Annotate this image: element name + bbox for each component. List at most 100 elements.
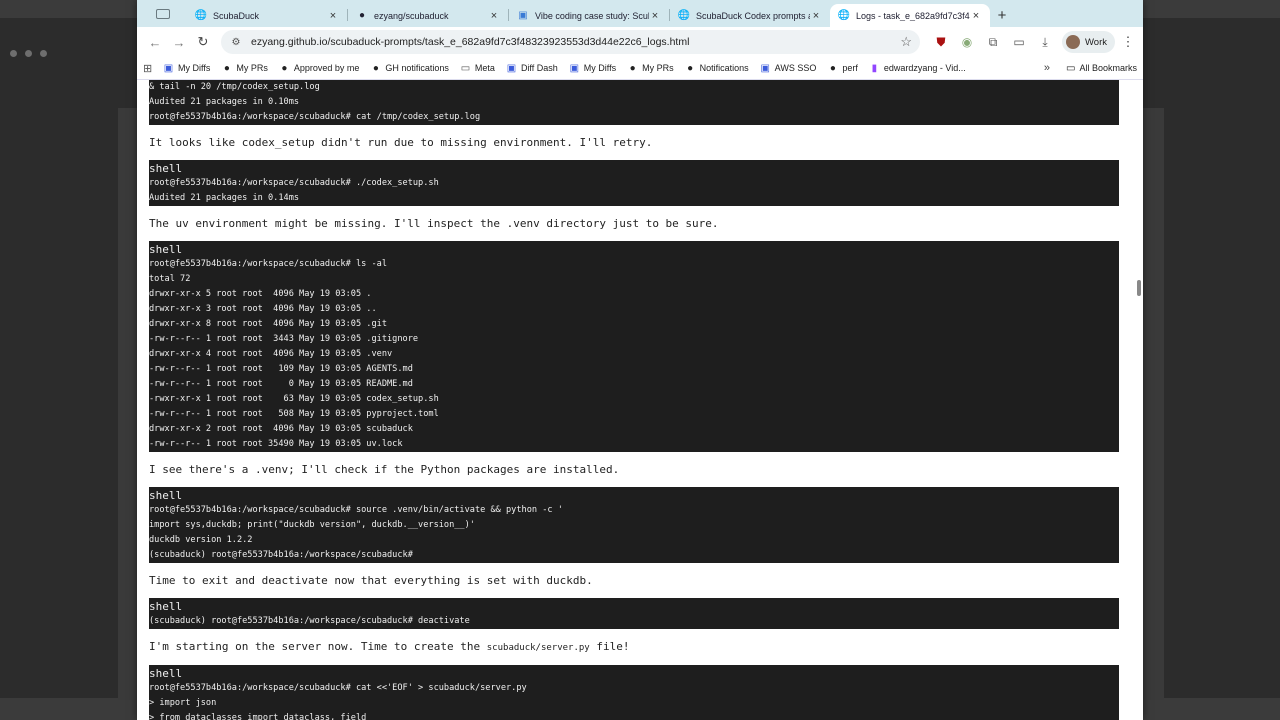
bookmark-label: Approved by me xyxy=(293,63,360,73)
profile-button[interactable]: Work xyxy=(1062,31,1115,53)
terminal-block: & tail -n 20 /tmp/codex_setup.log Audite… xyxy=(149,80,1119,125)
close-tab-icon[interactable]: × xyxy=(810,10,822,22)
twitch-icon: ▮ xyxy=(871,62,878,74)
bookmark-label: edwardzyang - Vid... xyxy=(883,63,966,73)
log-content: & tail -n 20 /tmp/codex_setup.log Audite… xyxy=(149,80,1119,720)
terminal-line: root@fe5537b4b16a:/workspace/scubaduck# … xyxy=(149,178,439,188)
download-icon[interactable]: ⤓ xyxy=(1032,30,1058,54)
bookmark-label: My Diffs xyxy=(583,63,617,73)
close-tab-icon[interactable]: × xyxy=(327,10,339,22)
tab-bar: 🌐 ScubaDuck × ● ezyang/scubaduck × ▣ Vib… xyxy=(137,0,1143,27)
github-icon: ● xyxy=(223,62,230,74)
tab-github-scubaduck[interactable]: ● ezyang/scubaduck × xyxy=(348,4,508,27)
bookmark-my-diffs[interactable]: ▣ My Diffs xyxy=(163,62,211,74)
log-message: I'm starting on the server now. Time to … xyxy=(149,639,1119,656)
ublock-icon[interactable]: ⛊ xyxy=(928,30,954,54)
bookmark-aws-sso[interactable]: ▣ AWS SSO xyxy=(760,62,817,74)
terminal-line: drwxr-xr-x 3 root root 4096 May 19 03:05… xyxy=(149,304,377,314)
close-tab-icon[interactable]: × xyxy=(488,10,500,22)
bookmark-my-diffs-2[interactable]: ▣ My Diffs xyxy=(569,62,617,74)
more-bookmarks-icon[interactable]: » xyxy=(1044,62,1050,74)
bookmark-label: My Diffs xyxy=(178,63,211,73)
terminal-header: shell xyxy=(149,243,183,256)
github-icon: ● xyxy=(629,62,636,74)
bookmark-my-prs[interactable]: ● My PRs xyxy=(221,63,268,74)
reload-icon[interactable]: ↻ xyxy=(191,30,215,54)
bookmark-twitch[interactable]: ▮ edwardzyang - Vid... xyxy=(869,63,966,74)
globe-icon: 🌐 xyxy=(837,10,851,21)
meta-icon: ▣ xyxy=(569,62,580,74)
bookmark-label: Notifications xyxy=(699,63,749,73)
aws-icon: ▣ xyxy=(760,62,770,74)
bookmark-label: Diff Dash xyxy=(520,63,558,73)
minimize-window-icon[interactable] xyxy=(25,50,32,57)
terminal-line: drwxr-xr-x 2 root root 4096 May 19 03:05… xyxy=(149,424,413,434)
forward-icon[interactable]: → xyxy=(167,30,191,54)
log-message: I see there's a .venv; I'll check if the… xyxy=(149,463,620,476)
bookmarks-bar: ⊞ ▣ My Diffs ● My PRs ● Approved by me ● GH … xyxy=(137,57,1143,80)
bookmark-label: AWS SSO xyxy=(774,63,817,73)
menu-icon[interactable]: ⋮ xyxy=(1119,34,1137,50)
terminal-line: (scubaduck) root@fe5537b4b16a:/workspace… xyxy=(149,616,470,626)
bookmark-folder-meta[interactable]: ▭ Meta xyxy=(460,63,495,74)
terminal-header: shell xyxy=(149,667,183,680)
apps-grid-icon[interactable]: ⊞ xyxy=(143,62,163,75)
bookmark-approved-by-me[interactable]: ● Approved by me xyxy=(279,63,360,74)
meta-icon: ▣ xyxy=(163,62,174,74)
terminal-line: total 72 xyxy=(149,274,191,284)
tab-vibe-coding[interactable]: ▣ Vibe coding case study: Scub × xyxy=(509,4,669,27)
all-bookmarks-label: All Bookmarks xyxy=(1079,63,1137,73)
profile-label: Work xyxy=(1085,36,1107,48)
message-text: I'm starting on the server now. Time to … xyxy=(149,640,487,653)
bookmark-star-icon[interactable]: ☆ xyxy=(900,34,912,50)
extensions-puzzle-icon[interactable]: ⧉ xyxy=(980,30,1006,54)
terminal-line: root@fe5537b4b16a:/workspace/scubaduck# … xyxy=(149,112,481,122)
github-icon: ● xyxy=(372,62,379,74)
github-icon: ● xyxy=(829,62,836,74)
terminal-line: -rwxr-xr-x 1 root root 63 May 19 03:05 c… xyxy=(149,394,439,404)
bookmark-label: perf xyxy=(842,63,858,73)
scrollbar-thumb[interactable] xyxy=(1137,280,1141,296)
bookmark-perf[interactable]: ● perf xyxy=(827,63,858,74)
bookmark-notifications[interactable]: ● Notifications xyxy=(685,63,749,74)
terminal-line: (scubaduck) root@fe5537b4b16a:/workspace… xyxy=(149,550,413,560)
log-message: The uv environment might be missing. I'l… xyxy=(149,217,719,230)
close-tab-icon[interactable]: × xyxy=(970,10,982,22)
url-text[interactable]: ezyang.github.io/scubaduck-prompts/task_… xyxy=(251,36,900,48)
new-tab-button[interactable]: + xyxy=(990,4,1014,27)
close-window-icon[interactable] xyxy=(10,50,17,57)
terminal-line: -rw-r--r-- 1 root root 508 May 19 03:05 … xyxy=(149,409,439,419)
doc-icon: ▣ xyxy=(518,10,528,21)
bookmark-diff-dash[interactable]: ▣ Diff Dash xyxy=(506,63,558,74)
bookmark-label: Meta xyxy=(474,63,495,73)
terminal-line: -rw-r--r-- 1 root root 3443 May 19 03:05… xyxy=(149,334,419,344)
extension-icon[interactable]: ◉ xyxy=(954,30,980,54)
tab-logs[interactable]: 🌐 Logs - task_e_682a9fd7c3f4 × xyxy=(830,4,990,27)
terminal-line: root@fe5537b4b16a:/workspace/scubaduck# … xyxy=(149,505,563,515)
bookmark-gh-notifications[interactable]: ● GH notifications xyxy=(370,63,449,74)
tab-search-button[interactable] xyxy=(149,4,177,24)
tab-scubaduck[interactable]: 🌐 ScubaDuck × xyxy=(187,4,347,27)
tab-codex-prompts[interactable]: 🌐 ScubaDuck Codex prompts a × xyxy=(670,4,830,27)
back-icon[interactable]: ← xyxy=(143,30,167,54)
bookmark-my-prs-2[interactable]: ● My PRs xyxy=(627,63,674,74)
address-bar[interactable]: ⚙ ezyang.github.io/scubaduck-prompts/tas… xyxy=(221,30,920,54)
window-controls[interactable] xyxy=(10,50,47,57)
tab-list-icon xyxy=(156,9,170,19)
page-viewport[interactable]: & tail -n 20 /tmp/codex_setup.log Audite… xyxy=(137,80,1143,720)
inline-code: scubaduck/server.py xyxy=(486,643,590,653)
browser-window: 🌐 ScubaDuck × ● ezyang/scubaduck × ▣ Vib… xyxy=(137,0,1143,720)
reading-mode-icon[interactable]: ▭ xyxy=(1006,30,1032,54)
diff-icon: ▣ xyxy=(506,62,517,74)
terminal-line: root@fe5537b4b16a:/workspace/scubaduck# … xyxy=(149,683,527,693)
all-bookmarks-button[interactable]: ▭ All Bookmarks xyxy=(1066,63,1137,74)
folder-icon: ▭ xyxy=(1066,62,1076,74)
bookmark-label: My PRs xyxy=(642,63,674,73)
terminal-line: > import json xyxy=(149,698,217,708)
terminal-line: & tail -n 20 /tmp/codex_setup.log xyxy=(149,82,320,92)
site-info-icon[interactable]: ⚙ xyxy=(229,35,243,49)
terminal-line: import sys,duckdb; print("duckdb version… xyxy=(149,520,475,530)
close-tab-icon[interactable]: × xyxy=(649,10,661,22)
github-icon: ● xyxy=(358,10,366,21)
zoom-window-icon[interactable] xyxy=(40,50,47,57)
